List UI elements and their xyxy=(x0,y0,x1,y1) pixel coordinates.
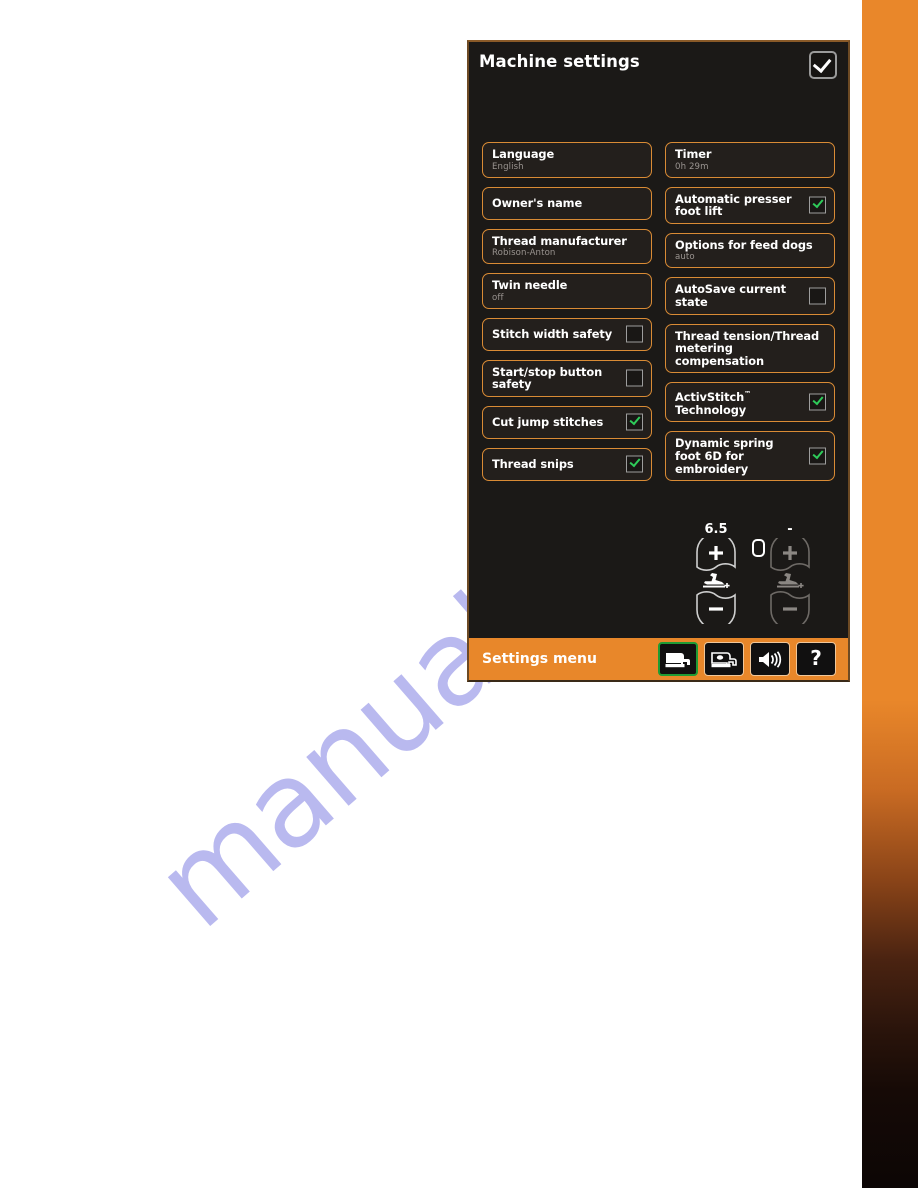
setting-thread-tensionthread-metering-compensation[interactable]: Thread tension/Thread metering compensat… xyxy=(665,323,835,374)
setting-label: Cut jump stitches xyxy=(492,415,604,430)
setting-label: Owner's name xyxy=(492,195,583,210)
machine-settings-screen: Machine settings Language English Owner's … xyxy=(467,40,850,682)
settings-column-right: Timer 0h 29m Automatic presser foot lift Op… xyxy=(665,142,835,482)
page-title: Machine settings xyxy=(479,52,640,71)
checkbox-checked-icon[interactable] xyxy=(626,413,643,431)
stepper-value: 6.5 xyxy=(704,522,728,537)
setting-label: Thread manufacturer xyxy=(492,233,627,248)
ok-button[interactable] xyxy=(809,51,837,79)
setting-label: Thread snips xyxy=(492,457,574,472)
stepper-area: 6.5 - xyxy=(469,522,848,642)
setting-value: 0h 29m xyxy=(675,161,709,172)
setting-thread-snips[interactable]: Thread snips xyxy=(482,447,652,481)
question-mark-icon: ? xyxy=(810,648,822,670)
checkbox-checked-icon[interactable] xyxy=(626,455,643,473)
setting-label: AutoSave current state xyxy=(675,282,786,309)
speaker-icon xyxy=(759,650,782,668)
setting-dynamic-spring-foot-6d-for-embroidery[interactable]: Dynamic spring foot 6D for embroidery xyxy=(665,431,835,482)
stepper-presser-foot-height: 6.5 xyxy=(693,522,739,624)
stepper-plus-button[interactable] xyxy=(770,538,810,571)
stepper-presser-foot-pressure: - xyxy=(767,522,813,624)
checkbox-checked-icon[interactable] xyxy=(809,393,826,411)
bottom-bar: Settings menu ? xyxy=(469,638,848,680)
setting-options-for-feed-dogs[interactable]: Options for feed dogs auto xyxy=(665,232,835,269)
setting-timer[interactable]: Timer 0h 29m xyxy=(665,142,835,178)
stepper-value: - xyxy=(787,522,793,537)
setting-value: Robison-Anton xyxy=(492,248,556,259)
setting-label: Language xyxy=(492,147,555,161)
embroidery-settings-button[interactable] xyxy=(704,642,744,676)
setting-label: Twin needle xyxy=(492,278,568,293)
setting-label: ActivStitch™ Technology xyxy=(675,390,752,417)
check-icon xyxy=(812,53,832,73)
bottom-bar-label: Settings menu xyxy=(482,651,597,667)
setting-label: Start/stop button safety xyxy=(492,364,603,392)
checkbox-unchecked-icon[interactable] xyxy=(626,325,643,343)
screen-header: Machine settings xyxy=(469,42,848,86)
checkbox-unchecked-icon[interactable] xyxy=(809,287,826,305)
setting-owners-name[interactable]: Owner's name xyxy=(482,186,652,220)
setting-cut-jump-stitches[interactable]: Cut jump stitches xyxy=(482,405,652,439)
setting-value: off xyxy=(492,292,504,303)
checkbox-checked-icon[interactable] xyxy=(809,447,826,465)
sewing-machine-filled-icon xyxy=(665,652,690,667)
page-edge-strip xyxy=(862,0,918,1188)
stepper-minus-button[interactable] xyxy=(770,591,810,624)
help-button[interactable]: ? xyxy=(796,642,836,676)
setting-stitch-width-safety[interactable]: Stitch width safety xyxy=(482,317,652,351)
bobbin-icon xyxy=(752,539,765,557)
presser-foot-icon xyxy=(777,573,804,588)
setting-startstop-button-safety[interactable]: Start/stop button safety xyxy=(482,359,652,397)
setting-value: English xyxy=(492,161,524,172)
setting-autosave-current-state[interactable]: AutoSave current state xyxy=(665,277,835,315)
stepper-plus-button[interactable] xyxy=(696,538,736,571)
settings-column-left: Language English Owner's name Thread manufa… xyxy=(482,142,652,481)
setting-automatic-presser-foot-lift[interactable]: Automatic presser foot lift xyxy=(665,186,835,224)
setting-label: Thread tension/Thread metering compensat… xyxy=(675,328,820,368)
setting-label: Options for feed dogs xyxy=(675,237,813,252)
checkbox-checked-icon[interactable] xyxy=(809,196,826,214)
setting-twin-needle[interactable]: Twin needle off xyxy=(482,273,652,309)
settings-grid: Language English Owner's name Thread manufa… xyxy=(469,142,848,482)
setting-thread-manufacturer[interactable]: Thread manufacturer Robison-Anton xyxy=(482,228,652,265)
setting-label: Timer xyxy=(675,147,712,161)
sewing-machine-outline-icon xyxy=(711,651,737,667)
svg-text:?: ? xyxy=(810,648,822,670)
setting-label: Stitch width safety xyxy=(492,326,613,341)
setting-label: Automatic presser foot lift xyxy=(675,191,792,219)
machine-settings-button[interactable] xyxy=(658,642,698,676)
setting-activstitch-technology[interactable]: ActivStitch™ Technology xyxy=(665,382,835,423)
sound-settings-button[interactable] xyxy=(750,642,790,676)
setting-language[interactable]: Language English xyxy=(482,142,652,178)
presser-foot-icon xyxy=(703,573,730,588)
setting-value: auto xyxy=(675,252,695,263)
checkbox-unchecked-icon[interactable] xyxy=(626,369,643,387)
stepper-minus-button[interactable] xyxy=(696,591,736,624)
setting-label: Dynamic spring foot 6D for embroidery xyxy=(675,436,774,476)
